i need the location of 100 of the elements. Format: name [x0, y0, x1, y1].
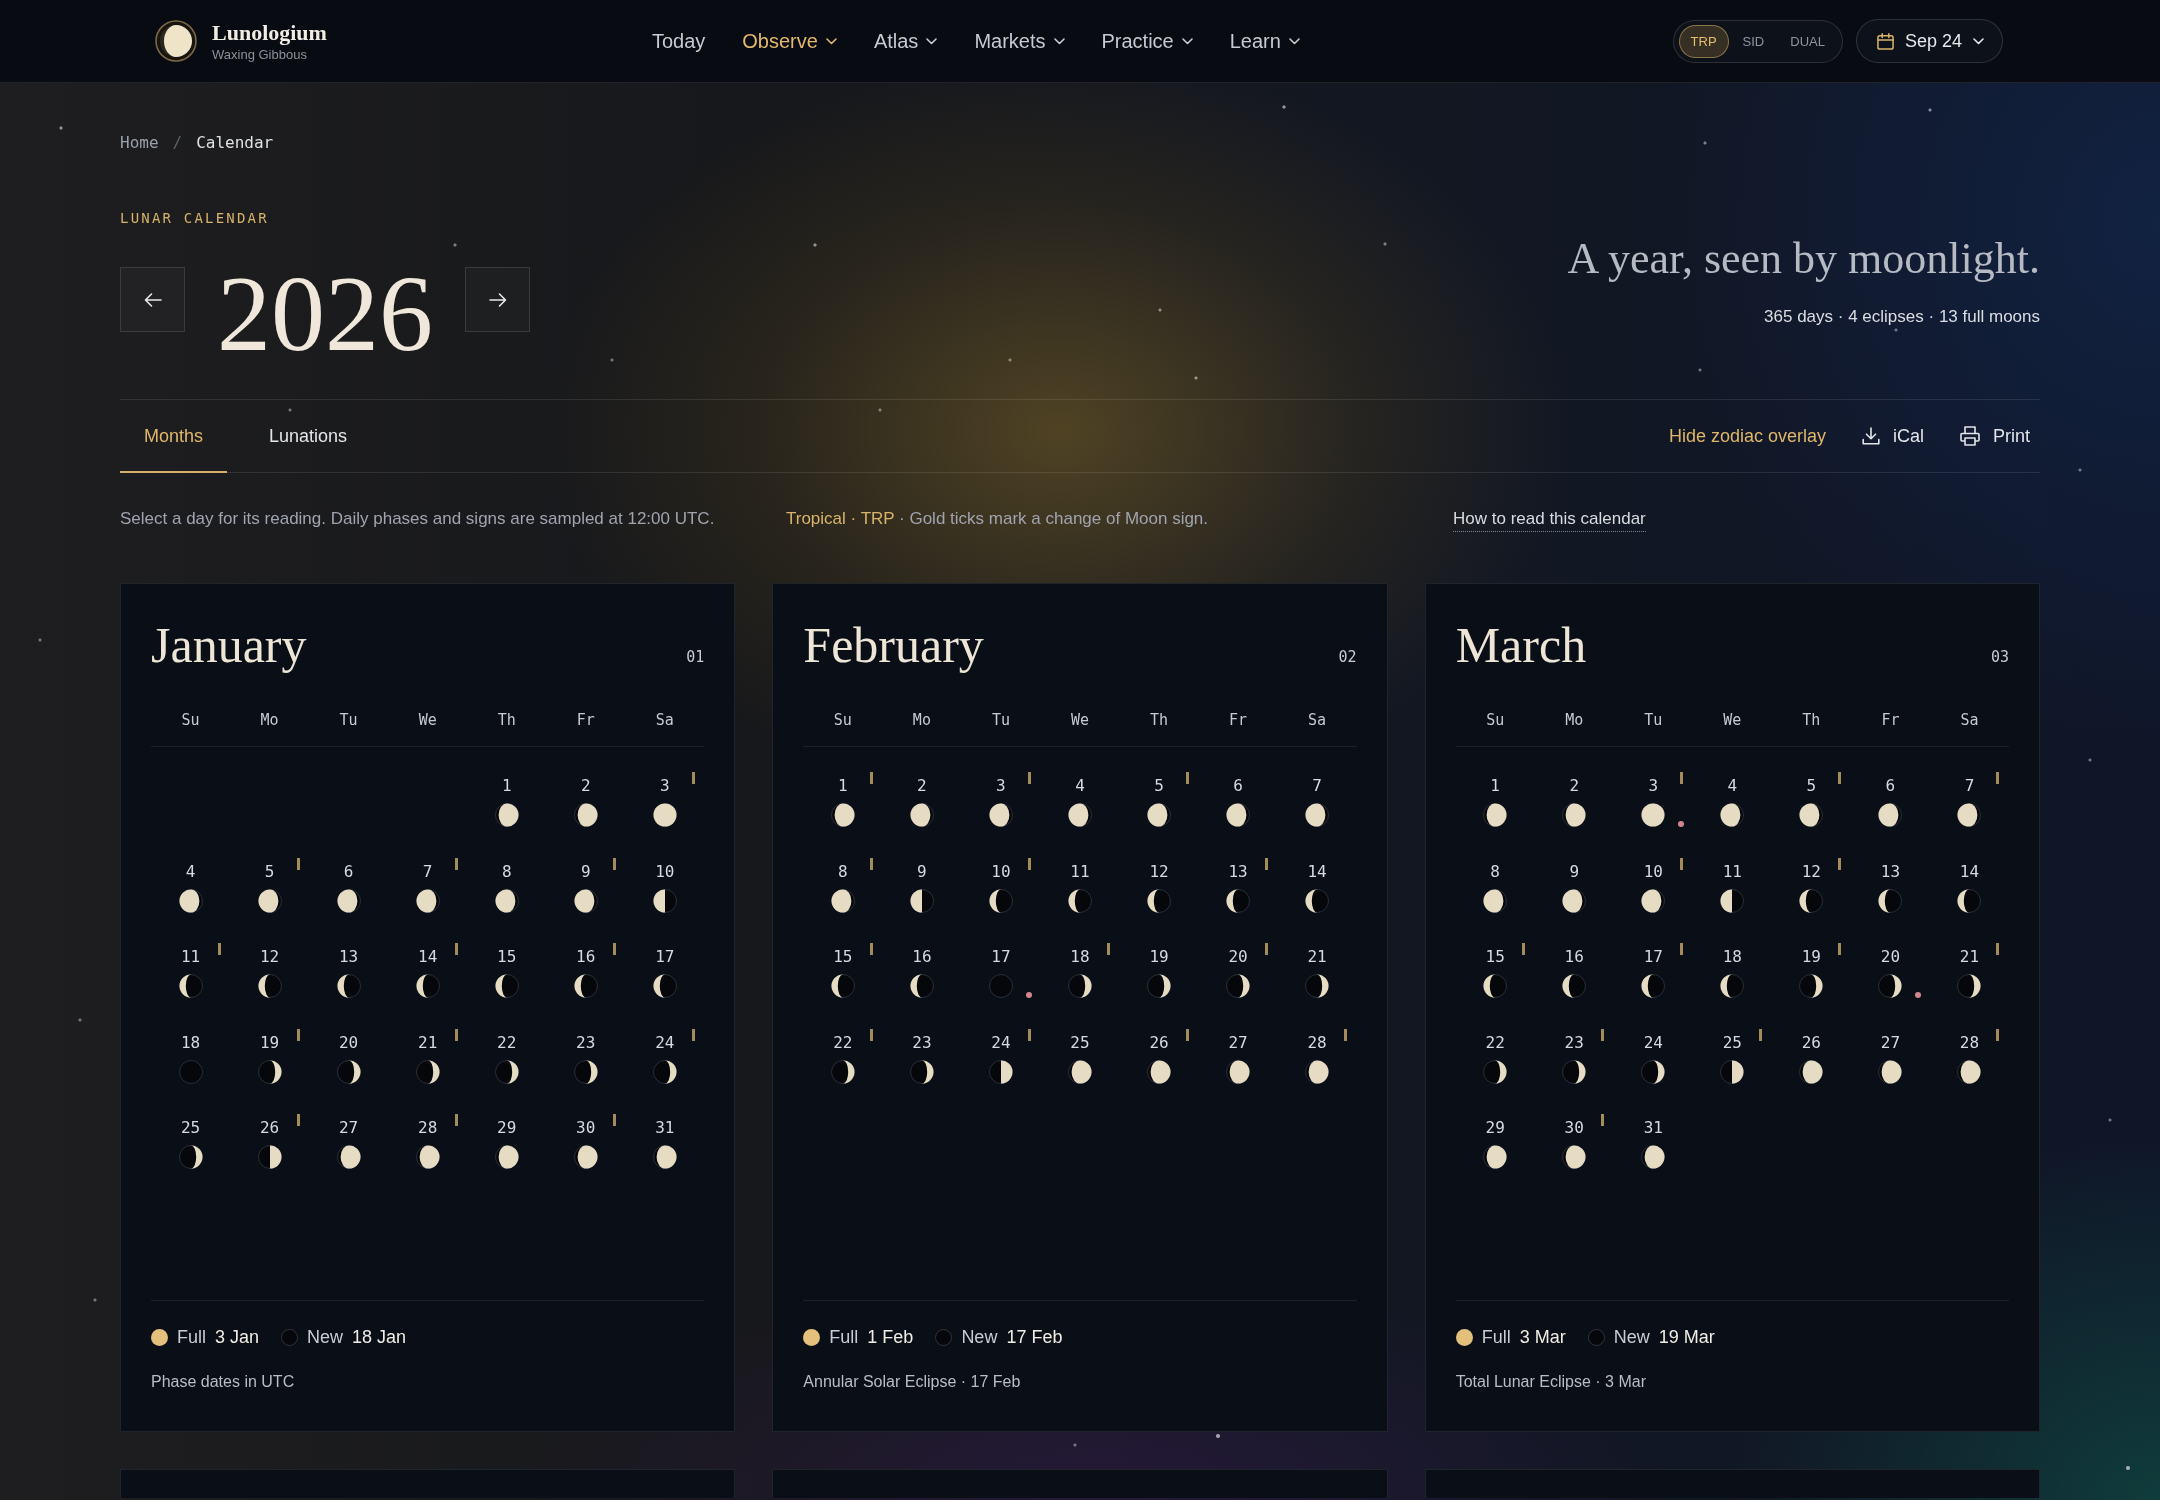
calendar-day[interactable]: 17 — [1620, 941, 1687, 1003]
calendar-day[interactable]: 31 — [1620, 1112, 1687, 1174]
calendar-day[interactable]: 30 — [1541, 1112, 1608, 1174]
calendar-day[interactable]: 9 — [888, 855, 955, 918]
nav-link[interactable]: Practice — [1101, 28, 1193, 54]
nav-link[interactable]: Atlas — [873, 28, 938, 54]
calendar-day[interactable]: 2 — [1541, 770, 1608, 832]
calendar-day[interactable]: 21 — [394, 1026, 461, 1089]
calendar-day[interactable]: 21 — [1284, 941, 1351, 1003]
calendar-day[interactable]: 11 — [1047, 855, 1113, 918]
calendar-day[interactable]: 3 — [631, 770, 698, 832]
calendar-day[interactable]: 13 — [1857, 855, 1924, 918]
calendar-day[interactable]: 16 — [552, 941, 619, 1003]
calendar-day[interactable]: 28 — [1284, 1026, 1351, 1089]
calendar-day[interactable]: 1 — [809, 770, 876, 832]
calendar-day[interactable]: 27 — [1205, 1026, 1272, 1089]
calendar-day[interactable]: 18 — [157, 1026, 224, 1089]
calendar-day[interactable]: 6 — [315, 855, 382, 918]
calendar-day[interactable]: 13 — [1205, 855, 1272, 918]
mode-option[interactable]: SID — [1730, 24, 1777, 58]
calendar-day[interactable]: 18 — [1699, 941, 1766, 1003]
next-year-button[interactable] — [465, 267, 530, 332]
calendar-day[interactable]: 14 — [1936, 855, 2003, 918]
calendar-day[interactable]: 27 — [1857, 1026, 1924, 1089]
calendar-day[interactable]: 7 — [1936, 770, 2003, 832]
calendar-day[interactable]: 13 — [315, 941, 382, 1003]
calendar-day[interactable]: 22 — [473, 1026, 540, 1089]
overlay-toggle-button[interactable]: Hide zodiac overlay — [1668, 424, 1826, 448]
calendar-day[interactable]: 15 — [1462, 941, 1529, 1003]
calendar-day[interactable]: 2 — [552, 770, 619, 832]
nav-link[interactable]: Observe — [742, 28, 837, 54]
calendar-day[interactable]: 8 — [1462, 855, 1529, 918]
calendar-day[interactable]: 23 — [1541, 1026, 1608, 1089]
calendar-day[interactable]: 11 — [1699, 855, 1766, 918]
calendar-day[interactable]: 9 — [1541, 855, 1608, 918]
view-tab[interactable]: Months — [120, 400, 228, 473]
calendar-day[interactable]: 28 — [394, 1112, 461, 1174]
calendar-day[interactable]: 29 — [1462, 1112, 1529, 1174]
calendar-day[interactable]: 24 — [1620, 1026, 1687, 1089]
mode-option[interactable]: DUAL — [1778, 24, 1837, 58]
calendar-day[interactable]: 5 — [236, 855, 303, 918]
calendar-day[interactable]: 6 — [1205, 770, 1272, 832]
calendar-day[interactable]: 15 — [809, 941, 876, 1003]
calendar-day[interactable]: 15 — [473, 941, 540, 1003]
calendar-day[interactable]: 3 — [1620, 770, 1687, 832]
date-picker-button[interactable]: Sep 24 — [1855, 19, 2003, 63]
calendar-day[interactable]: 10 — [967, 855, 1034, 918]
print-button[interactable]: Print — [1960, 424, 2030, 448]
calendar-day[interactable]: 23 — [888, 1026, 955, 1089]
nav-link[interactable]: Markets — [974, 28, 1065, 54]
mode-option[interactable]: TRP — [1678, 24, 1729, 58]
calendar-day[interactable]: 8 — [473, 855, 540, 918]
calendar-day[interactable]: 10 — [1620, 855, 1687, 918]
calendar-day[interactable]: 14 — [1284, 855, 1351, 918]
calendar-day[interactable]: 22 — [1462, 1026, 1529, 1089]
calendar-day[interactable]: 25 — [1699, 1026, 1766, 1089]
calendar-day[interactable]: 14 — [394, 941, 461, 1003]
calendar-day[interactable]: 26 — [236, 1112, 303, 1174]
calendar-day[interactable]: 19 — [1778, 941, 1845, 1003]
calendar-day[interactable]: 5 — [1778, 770, 1845, 832]
calendar-day[interactable]: 26 — [1126, 1026, 1193, 1089]
calendar-day[interactable]: 3 — [967, 770, 1034, 832]
calendar-day[interactable]: 21 — [1936, 941, 2003, 1003]
calendar-day[interactable]: 12 — [1126, 855, 1193, 918]
calendar-day[interactable]: 5 — [1126, 770, 1193, 832]
calendar-day[interactable]: 7 — [1284, 770, 1351, 832]
help-link[interactable]: How to read this calendar — [1453, 507, 1646, 532]
calendar-day[interactable]: 9 — [552, 855, 619, 918]
calendar-day[interactable]: 16 — [1541, 941, 1608, 1003]
calendar-day[interactable]: 4 — [1699, 770, 1766, 832]
calendar-day[interactable]: 24 — [967, 1026, 1034, 1089]
calendar-day[interactable]: 31 — [631, 1112, 698, 1174]
calendar-day[interactable]: 27 — [315, 1112, 382, 1174]
view-tab[interactable]: Lunations — [245, 400, 372, 473]
calendar-day[interactable]: 23 — [552, 1026, 619, 1089]
calendar-day[interactable]: 6 — [1857, 770, 1924, 832]
calendar-day[interactable]: 20 — [315, 1026, 382, 1089]
calendar-day[interactable]: 17 — [967, 941, 1034, 1003]
calendar-day[interactable]: 25 — [1047, 1026, 1113, 1089]
calendar-day[interactable]: 4 — [1047, 770, 1113, 832]
nav-link[interactable]: Learn — [1229, 28, 1300, 54]
calendar-day[interactable]: 2 — [888, 770, 955, 832]
calendar-day[interactable]: 29 — [473, 1112, 540, 1174]
calendar-day[interactable]: 17 — [631, 941, 698, 1003]
calendar-day[interactable]: 4 — [157, 855, 224, 918]
calendar-day[interactable]: 30 — [552, 1112, 619, 1174]
calendar-day[interactable]: 26 — [1778, 1026, 1845, 1089]
calendar-day[interactable]: 12 — [1778, 855, 1845, 918]
calendar-day[interactable]: 10 — [631, 855, 698, 918]
calendar-day[interactable]: 20 — [1205, 941, 1272, 1003]
calendar-day[interactable]: 25 — [157, 1112, 224, 1174]
nav-link[interactable]: Today — [651, 28, 706, 54]
breadcrumb-current[interactable]: Calendar — [196, 133, 274, 153]
calendar-day[interactable]: 1 — [1462, 770, 1529, 832]
calendar-day[interactable]: 20 — [1857, 941, 1924, 1003]
calendar-day[interactable]: 28 — [1936, 1026, 2003, 1089]
calendar-day[interactable]: 11 — [157, 941, 224, 1003]
calendar-day[interactable]: 7 — [394, 855, 461, 918]
download-button[interactable]: iCal — [1861, 424, 1924, 448]
calendar-day[interactable]: 24 — [631, 1026, 698, 1089]
